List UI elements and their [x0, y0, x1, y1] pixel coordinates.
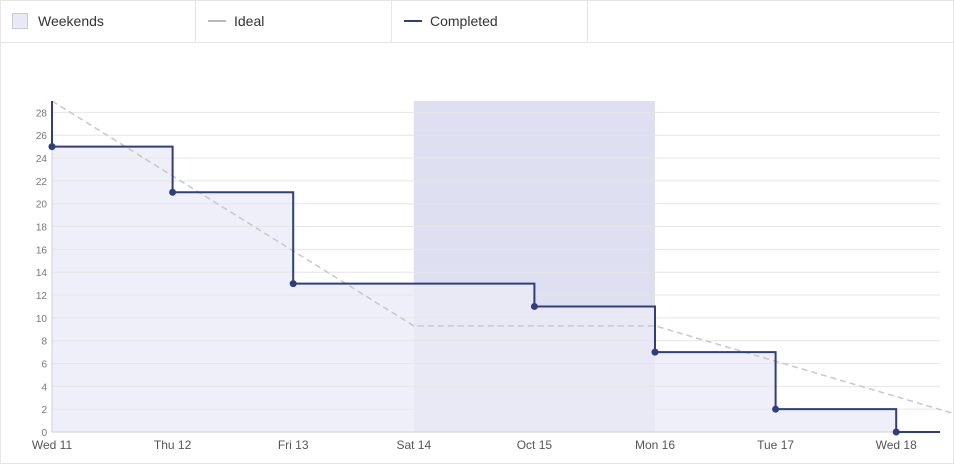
completed-point-thu-12 [169, 188, 177, 196]
x-tick-label-mon-16: Mon 16 [635, 438, 675, 452]
completed-point-fri-13 [289, 280, 297, 288]
y-tick-label-18: 18 [36, 223, 48, 234]
x-tick-label-wed-18: Wed 18 [876, 438, 917, 452]
y-tick-label-6: 6 [41, 360, 47, 371]
y-tick-label-10: 10 [36, 314, 48, 325]
y-tick-label-26: 26 [36, 131, 48, 142]
y-tick-label-14: 14 [36, 268, 48, 279]
y-tick-label-20: 20 [36, 200, 48, 211]
y-tick-label-16: 16 [36, 245, 48, 256]
x-tick-label-fri-13: Fri 13 [278, 438, 309, 452]
completed-point-wed-18 [892, 428, 900, 436]
completed-point-oct-15 [530, 302, 538, 310]
y-tick-label-28: 28 [36, 108, 48, 119]
x-tick-label-oct-15: Oct 15 [517, 438, 553, 452]
completed-point-mon-16 [651, 348, 659, 356]
legend-item-weekends[interactable]: Weekends [0, 0, 196, 42]
legend-label-weekends: Weekends [38, 13, 104, 29]
x-tick-label-tue-17: Tue 17 [757, 438, 794, 452]
y-tick-label-24: 24 [36, 154, 48, 165]
legend-item-completed[interactable]: Completed [392, 0, 588, 42]
x-tick-label-wed-11: Wed 11 [32, 438, 73, 452]
completed-point-tue-17 [772, 405, 780, 413]
ideal-swatch [208, 20, 226, 22]
y-tick-label-22: 22 [36, 177, 48, 188]
completed-swatch [404, 20, 422, 22]
y-tick-label-8: 8 [41, 337, 47, 348]
x-tick-label-thu-12: Thu 12 [154, 438, 192, 452]
chart-legend: Weekends Ideal Completed [0, 0, 954, 43]
x-tick-label-sat-14: Sat 14 [396, 438, 431, 452]
legend-item-ideal[interactable]: Ideal [196, 0, 392, 42]
legend-label-ideal: Ideal [234, 13, 265, 29]
y-tick-label-4: 4 [41, 382, 47, 393]
legend-label-completed: Completed [430, 13, 498, 29]
burndown-chart: 0246810121416182022242628Wed 11 Thu 12 Fri… [32, 100, 954, 452]
y-tick-label-12: 12 [36, 291, 48, 302]
weekends-swatch [12, 13, 28, 29]
completed-point-wed-11 [48, 143, 56, 151]
y-tick-label-2: 2 [41, 405, 47, 416]
